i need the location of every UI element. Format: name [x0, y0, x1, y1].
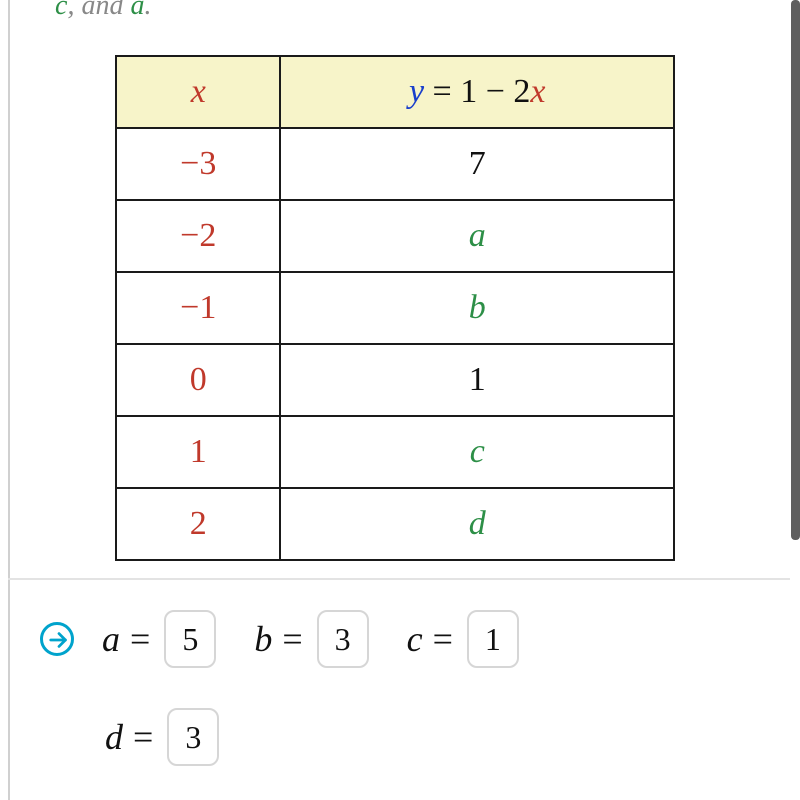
table-row: 0 1 [116, 344, 674, 416]
arrow-right-icon[interactable] [40, 622, 74, 656]
x-value: −3 [180, 145, 216, 182]
answer-input-a[interactable]: 5 [164, 610, 216, 668]
var-a-label: a [102, 618, 120, 660]
x-value: 2 [190, 505, 207, 542]
y-variable: b [469, 289, 486, 326]
table-row: 1 c [116, 416, 674, 488]
table-header-row: x y = 1 − 2x [116, 56, 674, 128]
function-table: x y = 1 − 2x −3 7 −2 a −1 b 0 1 [115, 55, 675, 561]
table-row: −1 b [116, 272, 674, 344]
section-divider [8, 578, 790, 580]
header-y: y = 1 − 2x [280, 56, 674, 128]
y-variable: c [470, 433, 485, 470]
answer-section: a = 5 b = 3 c = 1 d = 3 [40, 610, 760, 766]
answer-input-d[interactable]: 3 [167, 708, 219, 766]
x-value: −1 [180, 289, 216, 326]
table-row: −2 a [116, 200, 674, 272]
var-b-label: b [254, 618, 272, 660]
y-value: 7 [469, 145, 486, 182]
y-variable: d [469, 505, 486, 542]
equals-sign: = [433, 618, 453, 660]
x-value: −2 [180, 217, 216, 254]
equals-sign: = [130, 618, 150, 660]
left-border-rule [8, 0, 10, 800]
table-row: 2 d [116, 488, 674, 560]
x-value: 0 [190, 361, 207, 398]
x-value: 1 [190, 433, 207, 470]
and-text: , and [67, 0, 130, 21]
var-c-label: c [407, 618, 423, 660]
var-c: c [55, 0, 67, 21]
table-row: −3 7 [116, 128, 674, 200]
period: . [144, 0, 151, 21]
y-variable: a [469, 217, 486, 254]
equals-sign: = [133, 716, 153, 758]
prompt-fragment: c, and a. [55, 0, 151, 22]
y-value: 1 [469, 361, 486, 398]
var-a: a [130, 0, 144, 21]
answer-input-c[interactable]: 1 [467, 610, 519, 668]
scrollbar[interactable] [791, 0, 800, 540]
header-x: x [116, 56, 280, 128]
equals-sign: = [282, 618, 302, 660]
var-d-label: d [105, 716, 123, 758]
answer-input-b[interactable]: 3 [317, 610, 369, 668]
